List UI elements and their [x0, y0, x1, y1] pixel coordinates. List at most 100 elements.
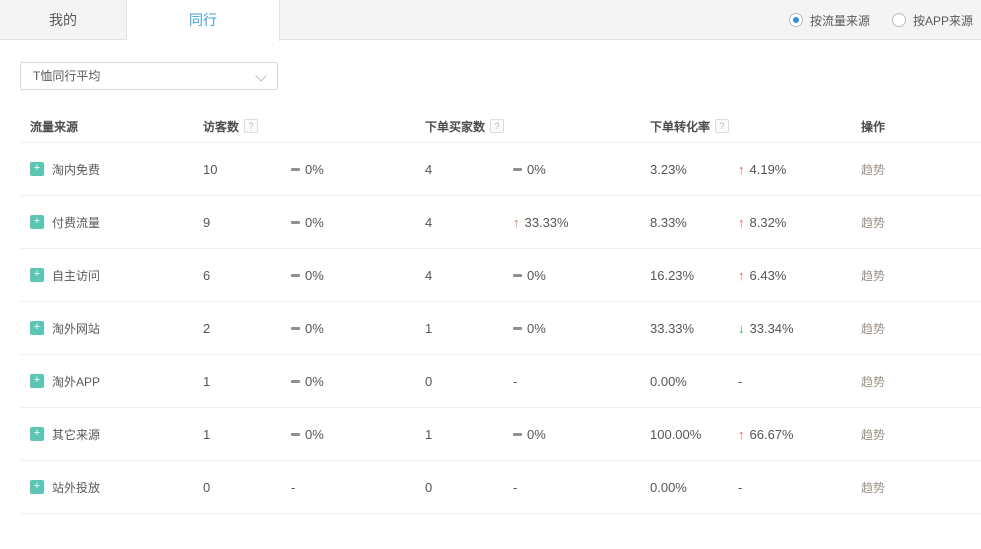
table-row: + 淘内免费 10 ↑ ↓ 0% 4 ↑ ↓ 0% 3.23% ↑ ↓ 4.19… — [20, 143, 981, 196]
tab-bar: 我的 同行 按流量来源 按APP来源 — [0, 0, 981, 40]
header-conversion-rate-label: 下单转化率 — [650, 118, 710, 135]
header-actions-label: 操作 — [861, 118, 885, 135]
tab-peers[interactable]: 同行 — [127, 0, 280, 41]
radio-by-traffic-source[interactable]: 按流量来源 — [789, 12, 870, 29]
visitors-change-value: 0% — [305, 162, 324, 177]
source-cell: + 淘外APP — [20, 373, 203, 390]
trend-link[interactable]: 趋势 — [861, 479, 885, 496]
buyers-change-value: 33.33% — [525, 215, 569, 230]
buyers-cell: 4 — [425, 215, 513, 230]
table-row: + 自主访问 6 ↑ ↓ 0% 4 ↑ ↓ 0% 16.23% ↑ ↓ 6.43… — [20, 249, 981, 302]
conversion-change-value: - — [738, 374, 742, 389]
buyers-value: 4 — [425, 215, 432, 230]
buyers-cell: 0 — [425, 480, 513, 495]
buyers-cell: 4 — [425, 268, 513, 283]
visitors-cell: 2 — [203, 321, 291, 336]
source-label: 淘外网站 — [52, 320, 100, 337]
visitors-value: 9 — [203, 215, 210, 230]
buyers-change-cell: ↑ ↓ 0% — [513, 427, 650, 442]
up-arrow-icon: ↑ — [513, 216, 520, 229]
up-arrow-icon: ↑ — [738, 428, 745, 441]
conversion-cell: 8.33% — [650, 215, 738, 230]
table-body: + 淘内免费 10 ↑ ↓ 0% 4 ↑ ↓ 0% 3.23% ↑ ↓ 4.19… — [20, 143, 981, 514]
expand-plus-icon[interactable]: + — [30, 427, 44, 441]
header-order-buyers-label: 下单买家数 — [425, 118, 485, 135]
peer-average-select[interactable]: T恤同行平均 — [20, 62, 278, 90]
buyers-change-cell: ↑ ↓ - — [513, 374, 650, 389]
radio-by-app-source-label: 按APP来源 — [913, 12, 973, 29]
trend-link[interactable]: 趋势 — [861, 320, 885, 337]
visitors-cell: 1 — [203, 374, 291, 389]
buyers-change-value: - — [513, 480, 517, 495]
expand-plus-icon[interactable]: + — [30, 374, 44, 388]
down-arrow-icon: ↓ — [738, 322, 745, 335]
chevron-down-icon — [257, 72, 265, 80]
trend-link[interactable]: 趋势 — [861, 426, 885, 443]
conversion-change-value: 66.67% — [750, 427, 794, 442]
help-icon[interactable]: ? — [244, 119, 258, 133]
visitors-cell: 9 — [203, 215, 291, 230]
visitors-change-cell: ↑ ↓ 0% — [291, 268, 425, 283]
flat-dash-icon — [291, 380, 300, 383]
visitors-value: 0 — [203, 480, 210, 495]
buyers-change-value: 0% — [527, 321, 546, 336]
conversion-value: 8.33% — [650, 215, 687, 230]
conversion-cell: 0.00% — [650, 480, 738, 495]
visitors-value: 10 — [203, 162, 217, 177]
conversion-value: 0.00% — [650, 374, 687, 389]
buyers-value: 4 — [425, 162, 432, 177]
buyers-cell: 4 — [425, 162, 513, 177]
tab-mine-label: 我的 — [49, 12, 77, 28]
help-icon[interactable]: ? — [715, 119, 729, 133]
conversion-change-value: 4.19% — [750, 162, 787, 177]
source-cell: + 其它来源 — [20, 426, 203, 443]
action-cell: 趋势 — [861, 426, 981, 443]
flat-dash-icon — [291, 433, 300, 436]
buyers-value: 1 — [425, 321, 432, 336]
source-cell: + 淘外网站 — [20, 320, 203, 337]
table-row: + 其它来源 1 ↑ ↓ 0% 1 ↑ ↓ 0% 100.00% ↑ ↓ 66.… — [20, 408, 981, 461]
help-icon[interactable]: ? — [490, 119, 504, 133]
source-label: 其它来源 — [52, 426, 100, 443]
buyers-change-cell: ↑ ↓ 0% — [513, 268, 650, 283]
conversion-change-cell: ↑ ↓ 8.32% — [738, 215, 861, 230]
conversion-value: 0.00% — [650, 480, 687, 495]
visitors-change-cell: ↑ ↓ 0% — [291, 162, 425, 177]
trend-link[interactable]: 趋势 — [861, 214, 885, 231]
buyers-change-value: 0% — [527, 162, 546, 177]
source-cell: + 淘内免费 — [20, 161, 203, 178]
flat-dash-icon — [291, 168, 300, 171]
header-traffic-source: 流量来源 — [20, 118, 203, 135]
expand-plus-icon[interactable]: + — [30, 215, 44, 229]
expand-plus-icon[interactable]: + — [30, 321, 44, 335]
conversion-change-cell: ↑ ↓ 4.19% — [738, 162, 861, 177]
expand-plus-icon[interactable]: + — [30, 268, 44, 282]
visitors-value: 2 — [203, 321, 210, 336]
source-label: 付费流量 — [52, 214, 100, 231]
expand-plus-icon[interactable]: + — [30, 162, 44, 176]
tab-mine[interactable]: 我的 — [0, 0, 127, 40]
trend-link[interactable]: 趋势 — [861, 373, 885, 390]
visitors-change-value: 0% — [305, 268, 324, 283]
peer-average-select-value: T恤同行平均 — [33, 69, 100, 83]
visitors-cell: 6 — [203, 268, 291, 283]
radio-unselected-icon — [892, 13, 906, 27]
source-label: 淘内免费 — [52, 161, 100, 178]
header-visitors-label: 访客数 — [203, 118, 239, 135]
radio-selected-icon — [789, 13, 803, 27]
radio-by-app-source[interactable]: 按APP来源 — [892, 12, 973, 29]
buyers-change-cell: ↑ ↓ 33.33% — [513, 215, 650, 230]
expand-plus-icon[interactable]: + — [30, 480, 44, 494]
conversion-change-cell: ↑ ↓ - — [738, 480, 861, 495]
up-arrow-icon: ↑ — [738, 163, 745, 176]
buyers-cell: 1 — [425, 321, 513, 336]
trend-link[interactable]: 趋势 — [861, 267, 885, 284]
tab-peers-label: 同行 — [189, 12, 217, 28]
flat-dash-icon — [513, 433, 522, 436]
header-order-buyers: 下单买家数 ? — [425, 118, 650, 135]
table-row: + 付费流量 9 ↑ ↓ 0% 4 ↑ ↓ 33.33% 8.33% ↑ ↓ 8… — [20, 196, 981, 249]
visitors-change-cell: ↑ ↓ 0% — [291, 427, 425, 442]
header-traffic-source-label: 流量来源 — [30, 118, 78, 135]
visitors-value: 6 — [203, 268, 210, 283]
trend-link[interactable]: 趋势 — [861, 161, 885, 178]
